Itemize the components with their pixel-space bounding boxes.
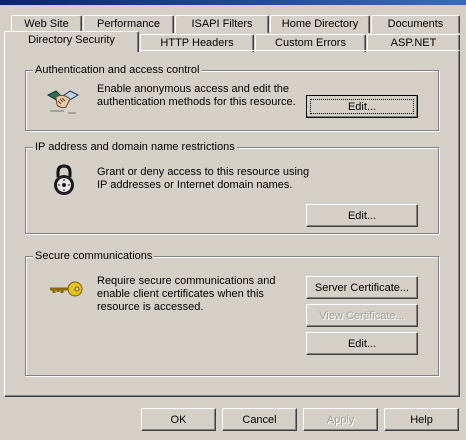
secure-group-title: Secure communications	[33, 249, 155, 263]
ip-edit-button[interactable]: Edit...	[306, 204, 418, 227]
tab-home-directory[interactable]: Home Directory	[270, 15, 370, 33]
cancel-button[interactable]: Cancel	[222, 408, 297, 431]
padlock-icon	[52, 164, 76, 199]
tab-isapi-filters[interactable]: ISAPI Filters	[175, 15, 269, 33]
title-bar	[0, 0, 466, 5]
apply-button[interactable]: Apply	[303, 408, 378, 431]
secure-group: Secure communications Require secure com…	[25, 249, 439, 376]
help-button[interactable]: Help	[384, 408, 459, 431]
ip-description: Grant or deny access to this resource us…	[97, 166, 310, 191]
auth-group-title: Authentication and access control	[33, 63, 202, 77]
ip-group-title: IP address and domain name restrictions	[33, 140, 237, 154]
auth-group: Authentication and access control Enable…	[25, 63, 439, 131]
secure-description: Require secure communications and enable…	[97, 275, 276, 313]
server-certificate-button[interactable]: Server Certificate...	[306, 276, 418, 299]
tab-documents[interactable]: Documents	[371, 15, 460, 33]
ip-group: IP address and domain name restrictions …	[25, 140, 439, 234]
view-certificate-button[interactable]: View Certificate...	[306, 304, 418, 327]
ok-button[interactable]: OK	[141, 408, 216, 431]
handshake-icon	[46, 85, 80, 120]
auth-description: Enable anonymous access and edit the aut…	[97, 83, 296, 108]
tab-panel: Authentication and access control Enable…	[4, 50, 460, 397]
auth-edit-button[interactable]: Edit...	[306, 95, 418, 118]
tab-directory-security[interactable]: Directory Security	[4, 31, 139, 52]
key-icon	[48, 280, 84, 301]
secure-edit-button[interactable]: Edit...	[306, 332, 418, 355]
